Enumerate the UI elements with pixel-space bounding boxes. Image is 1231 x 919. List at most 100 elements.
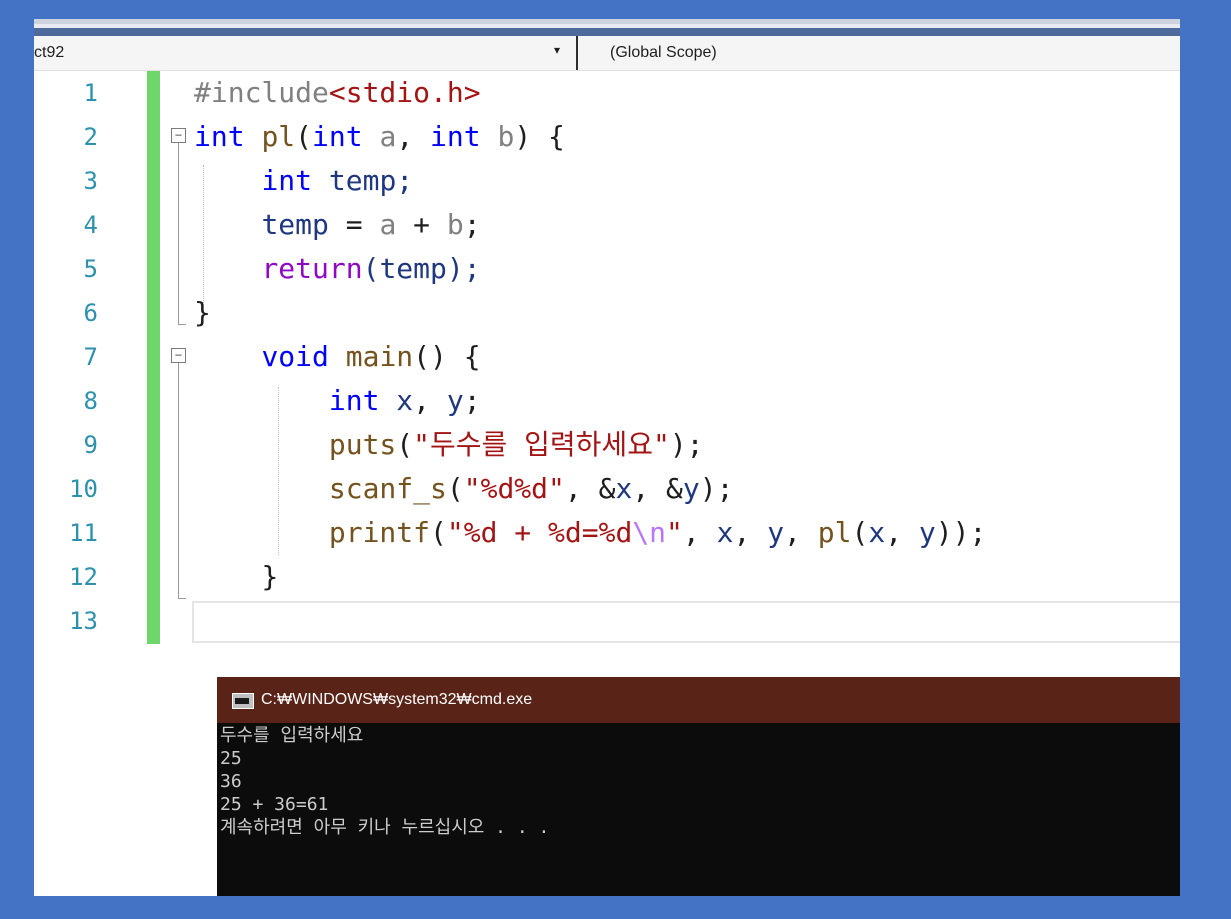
punctuation: ; bbox=[463, 208, 481, 241]
code-line-11: printf("%d + %d=%d\n", x, y, pl(x, y)); bbox=[194, 511, 987, 555]
punctuation: , bbox=[885, 516, 919, 549]
function-name: main bbox=[345, 340, 414, 373]
console-title-bar[interactable]: C:₩WINDOWS₩system32₩cmd.exe bbox=[217, 677, 1180, 723]
punctuation: , & bbox=[632, 472, 683, 505]
fold-guide bbox=[178, 143, 179, 324]
string-literal: "%d%d" bbox=[463, 472, 565, 505]
function-call: scanf_s bbox=[328, 472, 447, 505]
variable: x bbox=[716, 516, 734, 549]
code-line-6: } bbox=[194, 291, 211, 335]
closing-brace: } bbox=[194, 296, 211, 329]
punctuation: ); bbox=[699, 472, 734, 505]
navigation-bar: ct92 ▾ (Global Scope) bbox=[34, 36, 1180, 71]
parameter: a bbox=[379, 120, 397, 153]
code-line-7: void main() { bbox=[194, 335, 481, 379]
punctuation: ( bbox=[295, 120, 313, 153]
parameter: b bbox=[446, 208, 464, 241]
variable: temp bbox=[261, 208, 329, 241]
line-number: 9 bbox=[83, 431, 98, 459]
code-line-2: int pl(int a, int b) { bbox=[194, 115, 565, 159]
code-line-5: return(temp); bbox=[194, 247, 481, 291]
line-number: 13 bbox=[69, 607, 98, 635]
console-window[interactable]: C:₩WINDOWS₩system32₩cmd.exe 두수를 입력하세요 25… bbox=[217, 677, 1180, 896]
fold-toggle-icon[interactable]: − bbox=[171, 128, 186, 143]
escape-sequence: \n bbox=[632, 516, 667, 549]
keyword: int bbox=[312, 120, 363, 153]
console-app-icon bbox=[232, 693, 254, 709]
punctuation: ; bbox=[463, 384, 481, 417]
fold-end bbox=[178, 598, 186, 599]
code-editor[interactable]: ct92 ▾ (Global Scope) 1 2 3 4 5 6 7 8 9 … bbox=[34, 19, 1180, 896]
console-line: 36 bbox=[220, 771, 242, 792]
variable: x bbox=[615, 472, 633, 505]
line-number: 4 bbox=[83, 211, 98, 239]
punctuation: ); bbox=[669, 428, 704, 461]
code-line-10: scanf_s("%d%d", &x, &y); bbox=[194, 467, 734, 511]
project-dropdown[interactable]: ct92 ▾ bbox=[34, 36, 577, 70]
line-number: 7 bbox=[83, 343, 98, 371]
preprocessor-directive: #include bbox=[194, 76, 329, 109]
keyword: void bbox=[261, 340, 329, 373]
fold-toggle-icon[interactable]: − bbox=[171, 348, 186, 363]
console-line: 두수를 입력하세요 bbox=[220, 725, 364, 746]
dropdown-arrow-icon[interactable]: ▾ bbox=[554, 43, 560, 57]
keyword: int bbox=[328, 384, 380, 417]
code-line-4: temp = a + b; bbox=[194, 203, 481, 247]
line-number: 1 bbox=[83, 79, 98, 107]
variable: y bbox=[767, 516, 785, 549]
operator: = bbox=[328, 208, 380, 241]
variable-declaration: temp; bbox=[312, 164, 414, 197]
fold-guide bbox=[178, 363, 179, 598]
variable: y bbox=[918, 516, 936, 549]
punctuation: , bbox=[413, 384, 447, 417]
change-tracking-bar bbox=[147, 71, 160, 644]
line-number: 3 bbox=[83, 167, 98, 195]
punctuation: ) { bbox=[514, 120, 565, 153]
console-line: 25 bbox=[220, 748, 242, 769]
punctuation: , bbox=[733, 516, 768, 549]
string-literal: "%d + %d=%d bbox=[446, 516, 633, 549]
line-number: 11 bbox=[69, 519, 98, 547]
keyword: int bbox=[194, 120, 245, 153]
divider bbox=[576, 36, 578, 70]
scope-dropdown-label: (Global Scope) bbox=[610, 44, 717, 61]
keyword: int bbox=[430, 120, 481, 153]
return-expression: (temp); bbox=[362, 252, 481, 285]
current-line-highlight bbox=[192, 601, 1180, 643]
line-number: 5 bbox=[83, 255, 98, 283]
code-line-12: } bbox=[194, 555, 278, 599]
include-header: <stdio.h> bbox=[328, 76, 481, 109]
code-line-9: puts("두수를 입력하세요"); bbox=[194, 423, 704, 467]
line-number: 12 bbox=[69, 563, 98, 591]
variable: y bbox=[446, 384, 464, 417]
tab-strip bbox=[34, 28, 1180, 36]
line-number: 8 bbox=[83, 387, 98, 415]
punctuation: , bbox=[682, 516, 717, 549]
punctuation: () { bbox=[413, 340, 481, 373]
punctuation: , bbox=[396, 120, 431, 153]
punctuation: , & bbox=[564, 472, 616, 505]
code-line-1: #include<stdio.h> bbox=[194, 71, 481, 115]
code-line-8: int x, y; bbox=[194, 379, 481, 423]
punctuation: ( bbox=[851, 516, 869, 549]
scope-dropdown[interactable]: (Global Scope) bbox=[579, 36, 1180, 70]
string-literal: "두수를 입력하세요" bbox=[413, 428, 670, 461]
console-line: 계속하려면 아무 키나 누르십시오 . . . bbox=[220, 817, 550, 838]
operator: + bbox=[396, 208, 447, 241]
keyword: int bbox=[261, 164, 313, 197]
function-call: printf bbox=[328, 516, 431, 549]
keyword-return: return bbox=[261, 252, 363, 285]
punctuation: , bbox=[784, 516, 818, 549]
console-title: C:₩WINDOWS₩system32₩cmd.exe bbox=[261, 691, 533, 708]
closing-brace: } bbox=[261, 560, 279, 593]
parameter: a bbox=[379, 208, 397, 241]
fold-end bbox=[178, 324, 186, 325]
function-name: pl bbox=[261, 120, 296, 153]
line-number: 10 bbox=[69, 475, 98, 503]
line-number: 2 bbox=[83, 123, 98, 151]
punctuation: ( bbox=[446, 472, 464, 505]
variable: y bbox=[682, 472, 700, 505]
parameter: b bbox=[497, 120, 515, 153]
project-dropdown-label: ct92 bbox=[34, 44, 65, 61]
code-line-3: int temp; bbox=[194, 159, 413, 203]
